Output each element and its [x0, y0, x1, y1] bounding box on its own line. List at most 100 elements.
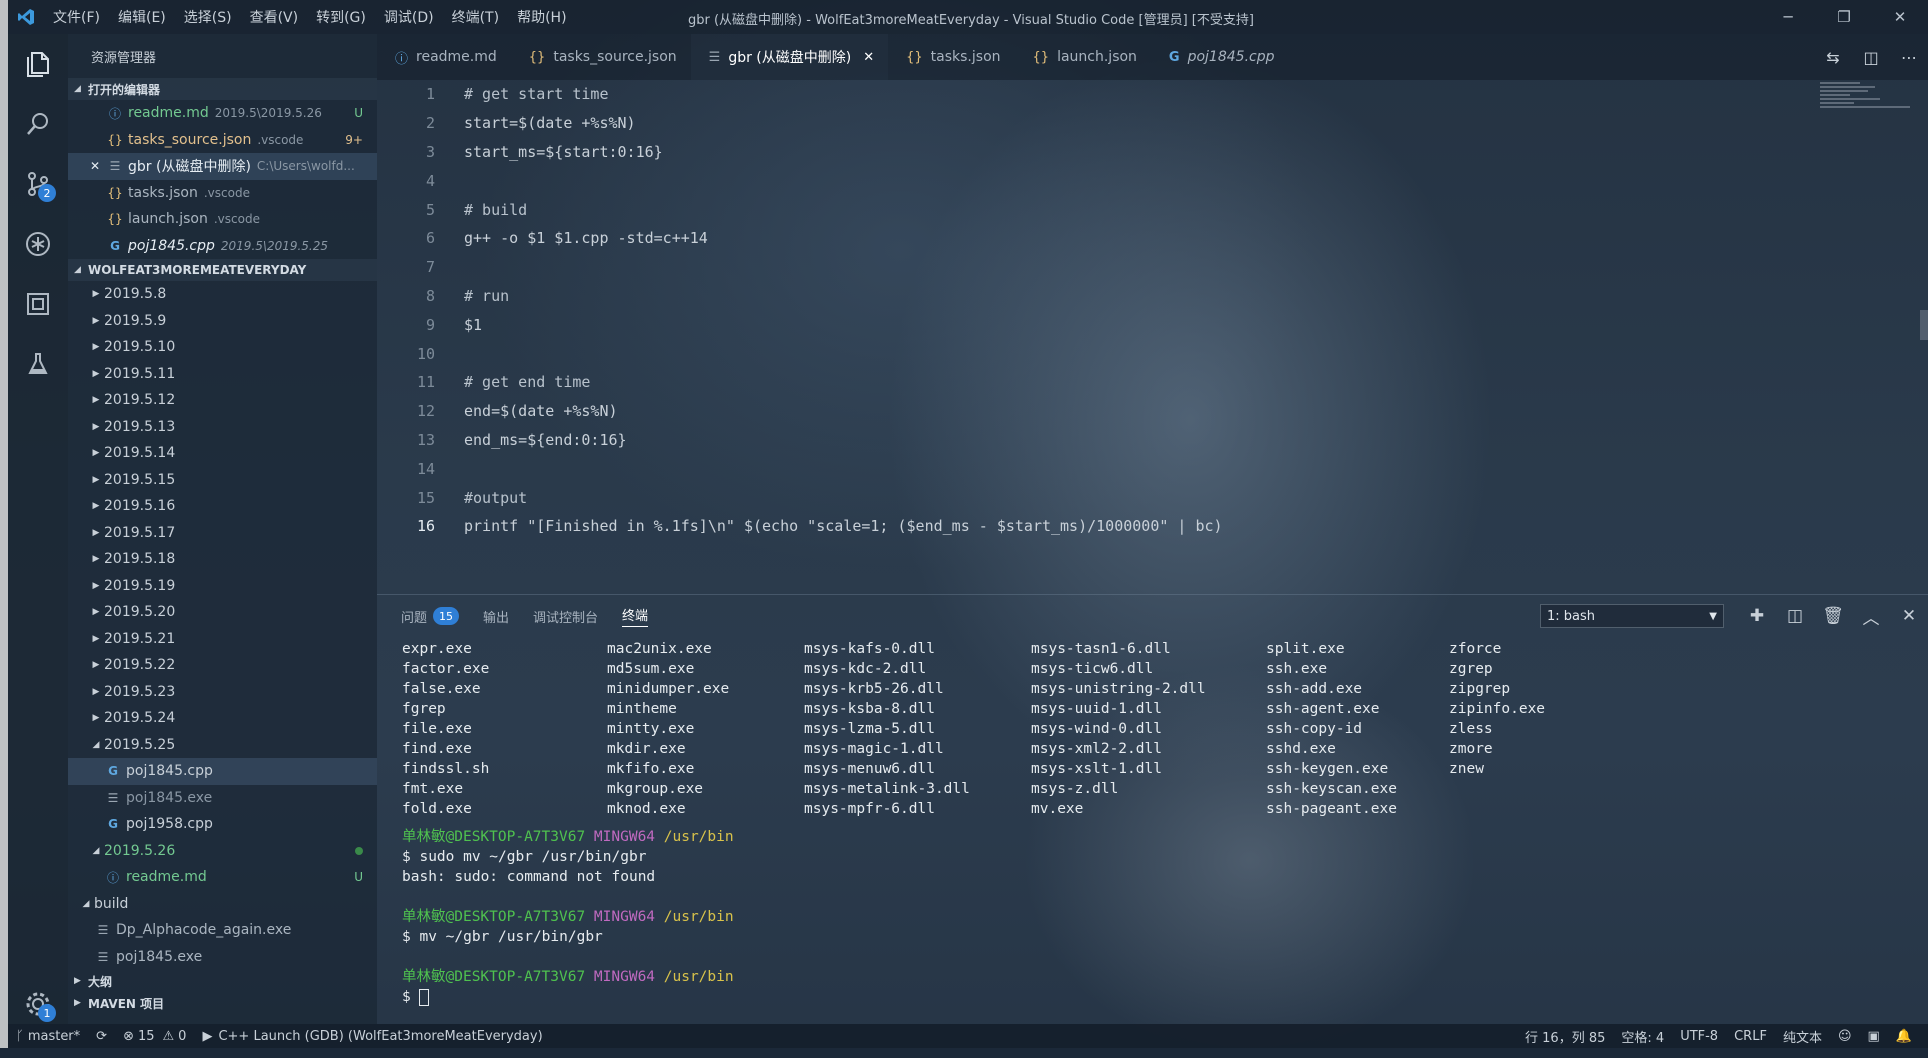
file-item[interactable]: Gpoj1845.cpp [68, 758, 377, 785]
tab-gbr---------[interactable]: ☰ gbr (从磁盘中删除) ✕ [690, 34, 889, 80]
kill-terminal-button[interactable]: 🗑 [1814, 595, 1852, 637]
folder-item[interactable]: ▶ 2019.5.19 [68, 573, 377, 600]
open-editor-name: tasks.json [128, 184, 198, 201]
open-editor-item[interactable]: ⓘ readme.md 2019.5\2019.5.26 U [68, 100, 377, 127]
tab-problems[interactable]: 问题 15 [401, 607, 460, 626]
outline-header[interactable]: ▶ 大纲 [68, 970, 377, 992]
restore-button[interactable]: ❐ [1816, 0, 1872, 34]
folder-item[interactable]: ▶ 2019.5.15 [68, 467, 377, 494]
folder-item[interactable]: ▶ 2019.5.22 [68, 652, 377, 679]
terminal-select[interactable]: 1: bash ▼ [1540, 604, 1724, 628]
split-terminal-button[interactable]: ◫ [1776, 595, 1814, 637]
ls-entry: msys-metalink-3.dll [804, 781, 970, 797]
tab-tasks-source-json[interactable]: {} tasks_source.json [511, 34, 691, 80]
folder-item[interactable]: ◢ 2019.5.25 [68, 732, 377, 759]
source-control-button[interactable]: 2 [8, 154, 68, 214]
terminal-input-line[interactable]: $ [402, 987, 734, 1007]
workspace-header[interactable]: ◢ WOLFEAT3MOREMEATEVERYDAY [68, 259, 377, 281]
menu-debug[interactable]: 调试(D) [375, 7, 443, 27]
terminal-output[interactable]: expr.exe factor.exe false.exe fgrep file.exe… [402, 639, 1545, 1007]
folder-item[interactable]: ◢ build [68, 891, 377, 918]
folder-item[interactable]: ▶ 2019.5.20 [68, 599, 377, 626]
folder-item[interactable]: ▶ 2019.5.9 [68, 308, 377, 335]
file-item[interactable]: ☰ poj1845.exe [68, 785, 377, 812]
folder-item[interactable]: ▶ 2019.5.10 [68, 334, 377, 361]
maven-header[interactable]: ▶ MAVEN 项目 [68, 992, 377, 1014]
menu-help[interactable]: 帮助(H) [508, 7, 575, 27]
menu-view[interactable]: 查看(V) [241, 7, 308, 27]
open-editor-item[interactable]: {} launch.json .vscode [68, 206, 377, 233]
minimize-button[interactable]: ─ [1760, 0, 1816, 34]
tab-readme-md[interactable]: ⓘ readme.md [377, 34, 511, 80]
close-icon[interactable]: ✕ [90, 159, 106, 173]
folder-item[interactable]: ▶ 2019.5.16 [68, 493, 377, 520]
minimap[interactable] [1820, 82, 1910, 122]
folder-item[interactable]: ▶ 2019.5.18 [68, 546, 377, 573]
editor-scrollbar[interactable] [1920, 310, 1928, 340]
line-endings[interactable]: CRLF [1726, 1029, 1775, 1044]
folder-item[interactable]: ▶ 2019.5.14 [68, 440, 377, 467]
menu-selection[interactable]: 选择(S) [175, 7, 241, 27]
branch-status[interactable]: ᚴ master* [8, 1029, 88, 1044]
open-editor-item[interactable]: {} tasks_source.json .vscode 9+ [68, 127, 377, 154]
debug-button[interactable] [8, 214, 68, 274]
code-text: $1 [464, 315, 483, 334]
open-editor-item[interactable]: {} tasks.json .vscode [68, 180, 377, 207]
file-item[interactable]: Gpoj1958.cpp [68, 811, 377, 838]
folder-item[interactable]: ▶ 2019.5.17 [68, 520, 377, 547]
folder-item[interactable]: ▶ 2019.5.12 [68, 387, 377, 414]
menu-edit[interactable]: 编辑(E) [109, 7, 175, 27]
tab-poj1845-cpp[interactable]: Gpoj1845.cpp [1151, 34, 1289, 80]
menu-file[interactable]: 文件(F) [44, 7, 109, 27]
tab-tasks-json[interactable]: {} tasks.json [888, 34, 1014, 80]
open-editor-item[interactable]: ✕ ☰ gbr (从磁盘中删除) C:\Users\wolfd... [68, 153, 377, 180]
folder-item[interactable]: ▶ 2019.5.13 [68, 414, 377, 441]
extensions-button[interactable] [8, 274, 68, 334]
ls-entry: ssh-add.exe [1266, 681, 1363, 697]
code-line: 9 $1 [377, 310, 1928, 339]
folder-item[interactable]: ▶ 2019.5.23 [68, 679, 377, 706]
explorer-button[interactable] [8, 34, 68, 94]
sync-button[interactable]: ⟳ [88, 1029, 115, 1044]
tab-debug-console[interactable]: 调试控制台 [533, 607, 598, 626]
encoding[interactable]: UTF-8 [1672, 1029, 1726, 1044]
tab-launch-json[interactable]: {} launch.json [1015, 34, 1151, 80]
open-changes-button[interactable]: ⇆ [1814, 34, 1852, 80]
ls-entry: expr.exe [402, 641, 472, 657]
chevron-right-icon: ▶ [92, 527, 100, 538]
file-item[interactable]: ☰ Dp_Alphacode_again.exe [68, 917, 377, 944]
file-item[interactable]: ⓘ readme.md U [68, 864, 377, 891]
problems-status[interactable]: ⊗ 15 ⚠ 0 [115, 1029, 194, 1044]
menu-terminal[interactable]: 终端(T) [443, 7, 508, 27]
close-icon[interactable]: ✕ [863, 50, 874, 65]
open-editor-item[interactable]: Gpoj1845.cpp 2019.5\2019.5.25 [68, 233, 377, 260]
chevron-right-icon: ▶ [92, 633, 100, 644]
file-item[interactable]: ☰ poj1845.exe [68, 944, 377, 971]
test-button[interactable] [8, 334, 68, 394]
feedback-button[interactable]: ☺ [1830, 1029, 1860, 1044]
more-actions-button[interactable]: ⋯ [1890, 34, 1928, 80]
folder-item[interactable]: ◢ 2019.5.26 [68, 838, 377, 865]
open-editors-header[interactable]: ◢ 打开的编辑器 [68, 78, 377, 100]
close-window-button[interactable]: ✕ [1872, 0, 1928, 34]
tab-terminal[interactable]: 终端 [622, 605, 649, 627]
maximize-panel-button[interactable]: ︿ [1852, 595, 1890, 637]
split-editor-button[interactable]: ◫ [1852, 34, 1890, 80]
folder-item[interactable]: ▶ 2019.5.24 [68, 705, 377, 732]
search-button[interactable] [8, 94, 68, 154]
activity-bar: 2 1 [8, 34, 68, 1024]
close-panel-button[interactable]: ✕ [1890, 595, 1928, 637]
folder-item[interactable]: ▶ 2019.5.11 [68, 361, 377, 388]
new-terminal-button[interactable]: ✚ [1738, 595, 1776, 637]
language-mode[interactable]: 纯文本 [1775, 1027, 1830, 1046]
status-extra-button[interactable]: ▣ [1860, 1029, 1888, 1044]
notifications-button[interactable]: 🔔 [1888, 1029, 1920, 1044]
tab-output[interactable]: 输出 [483, 607, 509, 626]
folder-item[interactable]: ▶ 2019.5.21 [68, 626, 377, 653]
code-editor[interactable]: 1 # get start time 2 start=$(date +%s%N) 3 st… [377, 80, 1928, 594]
debug-launch-status[interactable]: ▶ C++ Launch (GDB) (WolfEat3moreMeatEver… [194, 1029, 550, 1044]
indentation[interactable]: 空格: 4 [1613, 1027, 1672, 1046]
menu-go[interactable]: 转到(G) [307, 7, 375, 27]
folder-item[interactable]: ▶ 2019.5.8 [68, 281, 377, 308]
cursor-position[interactable]: 行 16，列 85 [1517, 1027, 1613, 1046]
